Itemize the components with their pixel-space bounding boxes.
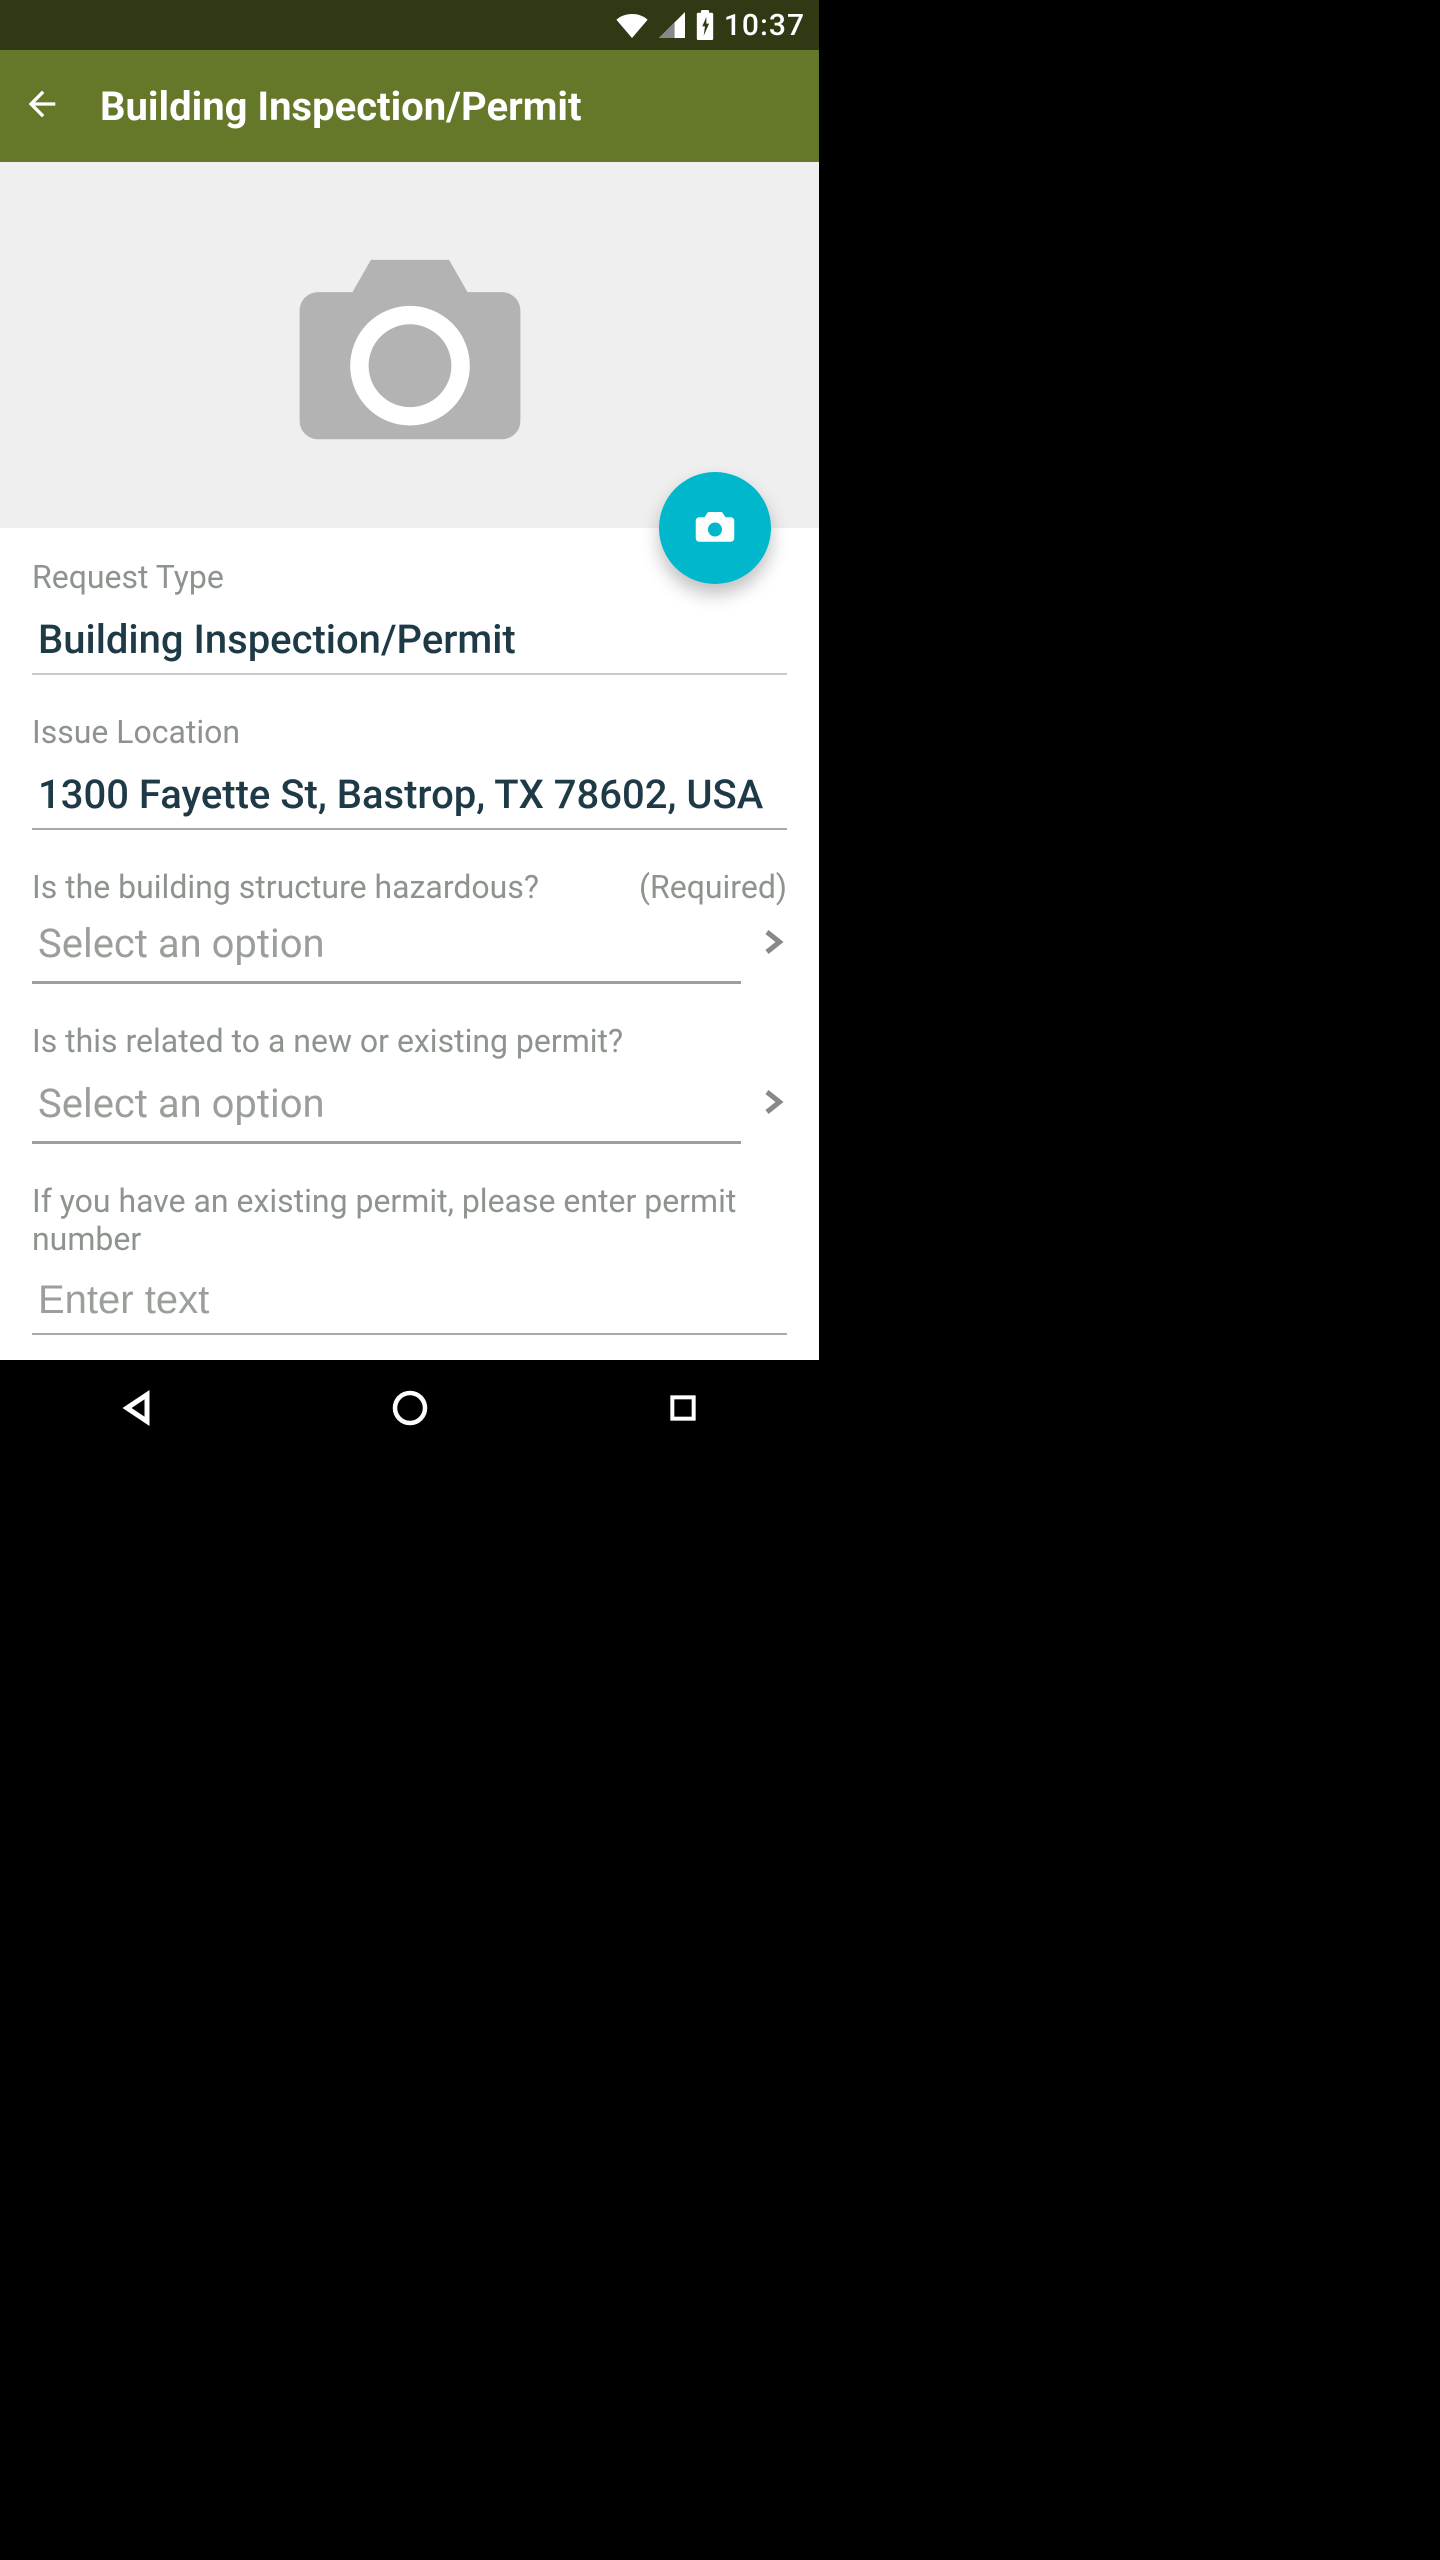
camera-placeholder-icon — [295, 245, 525, 445]
hazardous-field: Is the building structure hazardous? (Re… — [32, 868, 787, 984]
permit-number-label: If you have an existing permit, please e… — [32, 1182, 787, 1258]
nav-back-button[interactable] — [82, 1383, 192, 1433]
battery-charging-icon — [696, 10, 714, 40]
chevron-right-icon — [757, 927, 787, 957]
hazardous-select[interactable]: Select an option — [32, 920, 741, 984]
request-form: Request Type Building Inspection/Permit … — [0, 528, 819, 1360]
request-type-field: Request Type Building Inspection/Permit — [32, 558, 787, 675]
photo-placeholder-area[interactable] — [0, 162, 819, 528]
add-photo-fab[interactable] — [659, 472, 771, 584]
page-title: Building Inspection/Permit — [100, 83, 582, 130]
permit-number-field: If you have an existing permit, please e… — [32, 1182, 787, 1335]
back-icon[interactable] — [22, 84, 62, 128]
chevron-right-icon — [757, 1087, 787, 1117]
status-time: 10:37 — [724, 8, 805, 43]
nav-recent-button[interactable] — [628, 1383, 738, 1433]
issue-location-value[interactable]: 1300 Fayette St, Bastrop, TX 78602, USA — [32, 771, 787, 830]
issue-location-field: Issue Location 1300 Fayette St, Bastrop,… — [32, 713, 787, 830]
nav-home-button[interactable] — [355, 1383, 465, 1433]
status-bar: 10:37 — [0, 0, 819, 50]
permit-relation-field: Is this related to a new or existing per… — [32, 1022, 787, 1144]
wifi-icon — [616, 12, 648, 38]
hazardous-required-hint: (Required) — [639, 868, 787, 906]
permit-relation-select[interactable]: Select an option — [32, 1080, 741, 1144]
system-navigation-bar — [0, 1360, 819, 1456]
permit-number-input[interactable] — [32, 1278, 787, 1335]
permit-relation-label: Is this related to a new or existing per… — [32, 1022, 787, 1060]
request-type-value: Building Inspection/Permit — [32, 616, 787, 675]
camera-icon — [694, 508, 736, 548]
hazardous-label: Is the building structure hazardous? — [32, 868, 539, 906]
cell-signal-icon — [658, 12, 686, 38]
app-bar: Building Inspection/Permit — [0, 50, 819, 162]
issue-location-label: Issue Location — [32, 713, 787, 751]
